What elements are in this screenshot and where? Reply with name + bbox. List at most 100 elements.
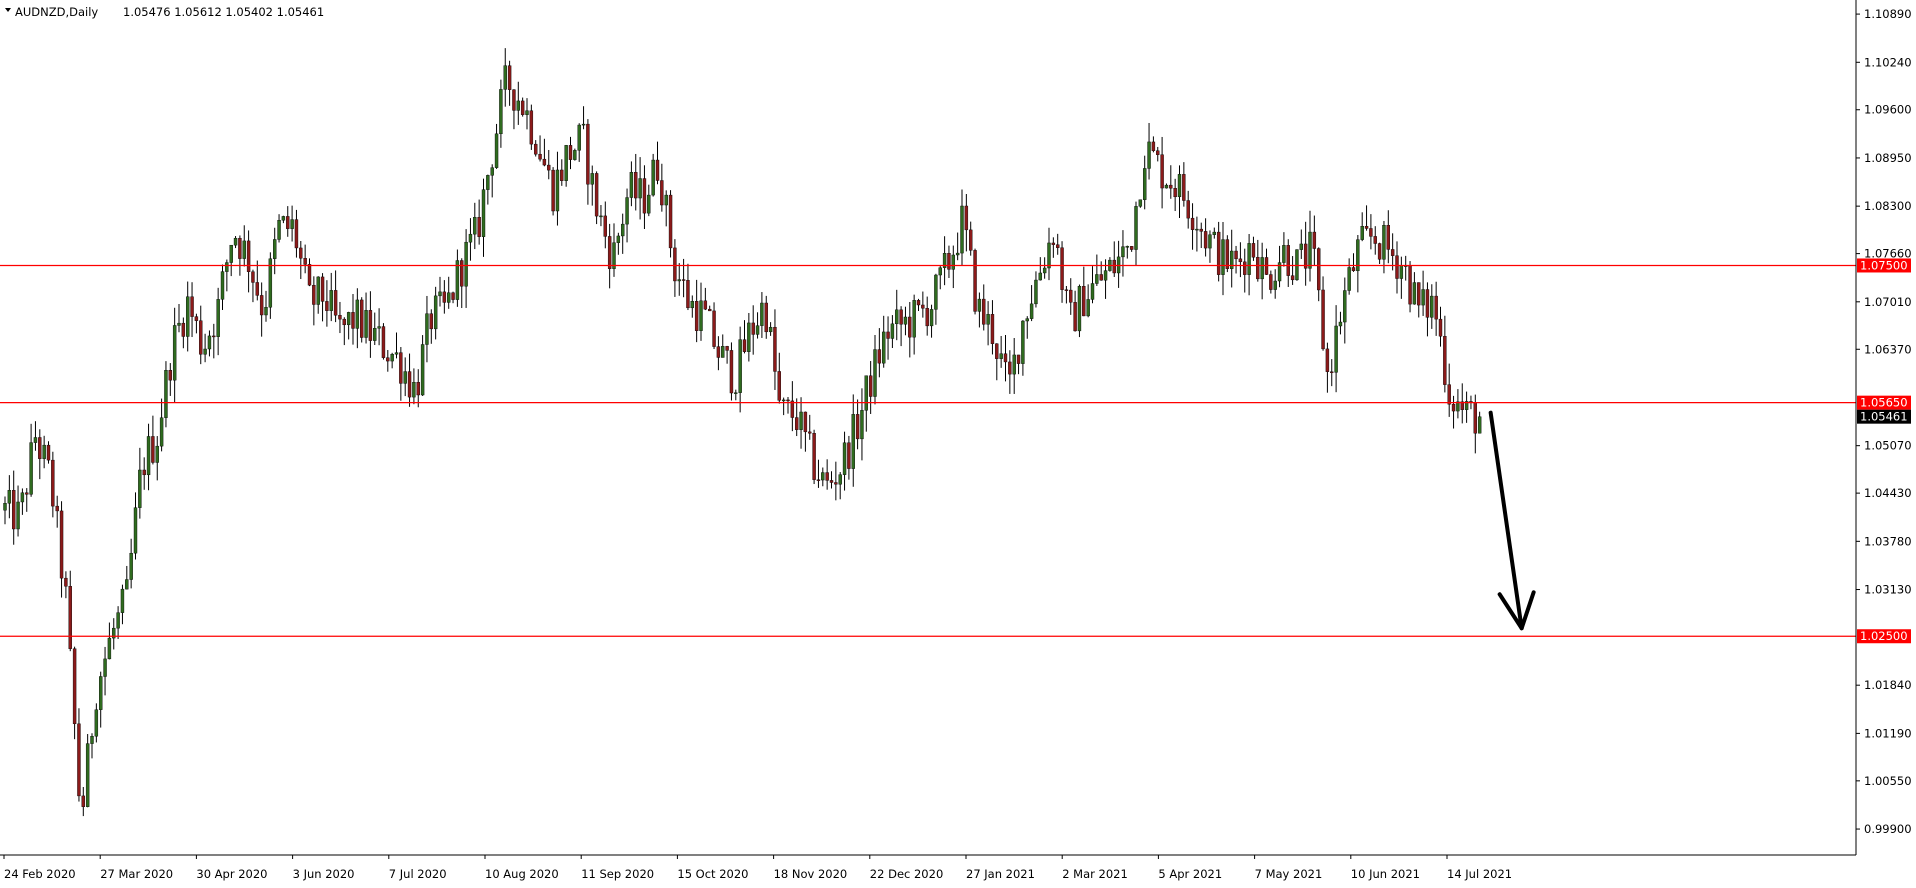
candle-body xyxy=(964,205,969,231)
candle-body xyxy=(1073,302,1077,332)
candle-body xyxy=(1173,188,1177,198)
candle-body xyxy=(564,145,568,181)
candle-body xyxy=(77,723,81,797)
candle-body xyxy=(803,411,808,433)
candle-body xyxy=(1308,231,1312,269)
candle-body xyxy=(655,159,660,181)
candle-body xyxy=(451,292,455,300)
candle-body xyxy=(185,296,190,337)
candle-body xyxy=(825,472,829,481)
candle-body xyxy=(708,308,712,312)
candle-body xyxy=(990,314,995,344)
candle-body xyxy=(982,298,986,325)
candle-body xyxy=(194,316,199,321)
candle-body xyxy=(273,239,277,259)
candle-body xyxy=(190,296,194,317)
candle-body xyxy=(929,309,934,327)
candle-body xyxy=(690,301,694,309)
candle-body xyxy=(538,153,542,160)
chart-window[interactable]: 1.07500 1.05650 1.02500 1.05461 1.10890 1.10… xyxy=(0,0,1916,884)
candle-body xyxy=(464,241,468,287)
candle-body xyxy=(664,194,668,206)
candle-body xyxy=(20,492,25,503)
price-tick-label: 0.99900 xyxy=(1864,822,1912,836)
candle-body xyxy=(133,507,138,554)
candle-body xyxy=(299,247,303,259)
candle-body xyxy=(860,410,864,440)
candle-body xyxy=(742,339,747,352)
candle-body xyxy=(1064,289,1069,291)
candle-body xyxy=(1077,286,1082,332)
candle-body xyxy=(1321,289,1325,350)
candle-body xyxy=(346,312,351,326)
candle-body xyxy=(547,164,551,171)
candle-body xyxy=(1295,249,1299,281)
candle-body xyxy=(207,335,212,350)
candle-body xyxy=(329,290,333,311)
time-tick-label: 11 Sep 2020 xyxy=(581,867,654,881)
candle-body xyxy=(1212,231,1217,235)
candle-body xyxy=(129,552,133,580)
time-tick-label: 27 Jan 2021 xyxy=(966,867,1035,881)
candle-body xyxy=(868,375,873,397)
candle-body xyxy=(142,469,146,476)
candle-body xyxy=(1121,246,1125,258)
candle-body xyxy=(1138,199,1143,207)
candle-body xyxy=(290,219,294,229)
candle-body xyxy=(146,436,151,476)
candle-body xyxy=(921,304,925,309)
candle-body xyxy=(799,411,803,430)
candle-body xyxy=(734,392,738,394)
price-tick-label: 1.01840 xyxy=(1864,678,1912,692)
candle-body xyxy=(1447,384,1451,405)
candle-body xyxy=(995,343,999,359)
candle-body xyxy=(1443,336,1447,385)
candle-body xyxy=(125,579,129,590)
price-tick-label: 1.08300 xyxy=(1864,199,1912,213)
candle-body xyxy=(286,216,290,229)
candle-body xyxy=(594,173,599,217)
candle-body xyxy=(98,676,103,710)
candle-body xyxy=(473,217,477,235)
price-tick-label: 1.05070 xyxy=(1864,439,1912,453)
candle-body xyxy=(151,436,155,463)
candle-body xyxy=(551,169,555,212)
candle-body xyxy=(29,442,33,495)
candle-body xyxy=(1356,239,1360,272)
candle-body xyxy=(851,414,855,469)
candle-body xyxy=(90,736,94,744)
candle-body xyxy=(1086,299,1090,317)
candle-body xyxy=(1199,228,1203,232)
candle-body xyxy=(342,318,346,326)
candle-body xyxy=(1029,303,1034,319)
candle-body xyxy=(390,353,394,362)
candle-body xyxy=(855,414,860,440)
candle-body xyxy=(1190,217,1195,230)
candle-body xyxy=(634,172,638,199)
candle-body xyxy=(821,472,825,481)
candle xyxy=(651,153,655,197)
candle-body xyxy=(1438,318,1443,337)
candle-body xyxy=(673,247,677,282)
candle-body xyxy=(1012,354,1016,375)
candle-body xyxy=(777,371,781,401)
candle-body xyxy=(1290,275,1295,281)
candle-body xyxy=(703,300,708,310)
candle-body xyxy=(686,280,690,309)
candle-body xyxy=(882,331,886,364)
candle-body xyxy=(603,215,607,237)
candlestick-chart[interactable]: 1.075001.056501.025001.05461 1.108901.10… xyxy=(0,0,1916,884)
candle-body xyxy=(294,219,299,249)
candle-body xyxy=(925,308,929,327)
symbol-timeframe: AUDNZD,Daily xyxy=(15,5,98,19)
candle-body xyxy=(721,346,725,358)
candle-body xyxy=(520,100,525,115)
candle-body xyxy=(320,276,325,302)
candle-body xyxy=(1395,255,1399,279)
candle-body xyxy=(281,216,286,221)
candle-body xyxy=(277,220,281,240)
price-tick-label: 1.10240 xyxy=(1864,55,1912,69)
candle-body xyxy=(25,492,29,495)
candle-body xyxy=(416,382,420,396)
candle-body xyxy=(1360,226,1364,240)
